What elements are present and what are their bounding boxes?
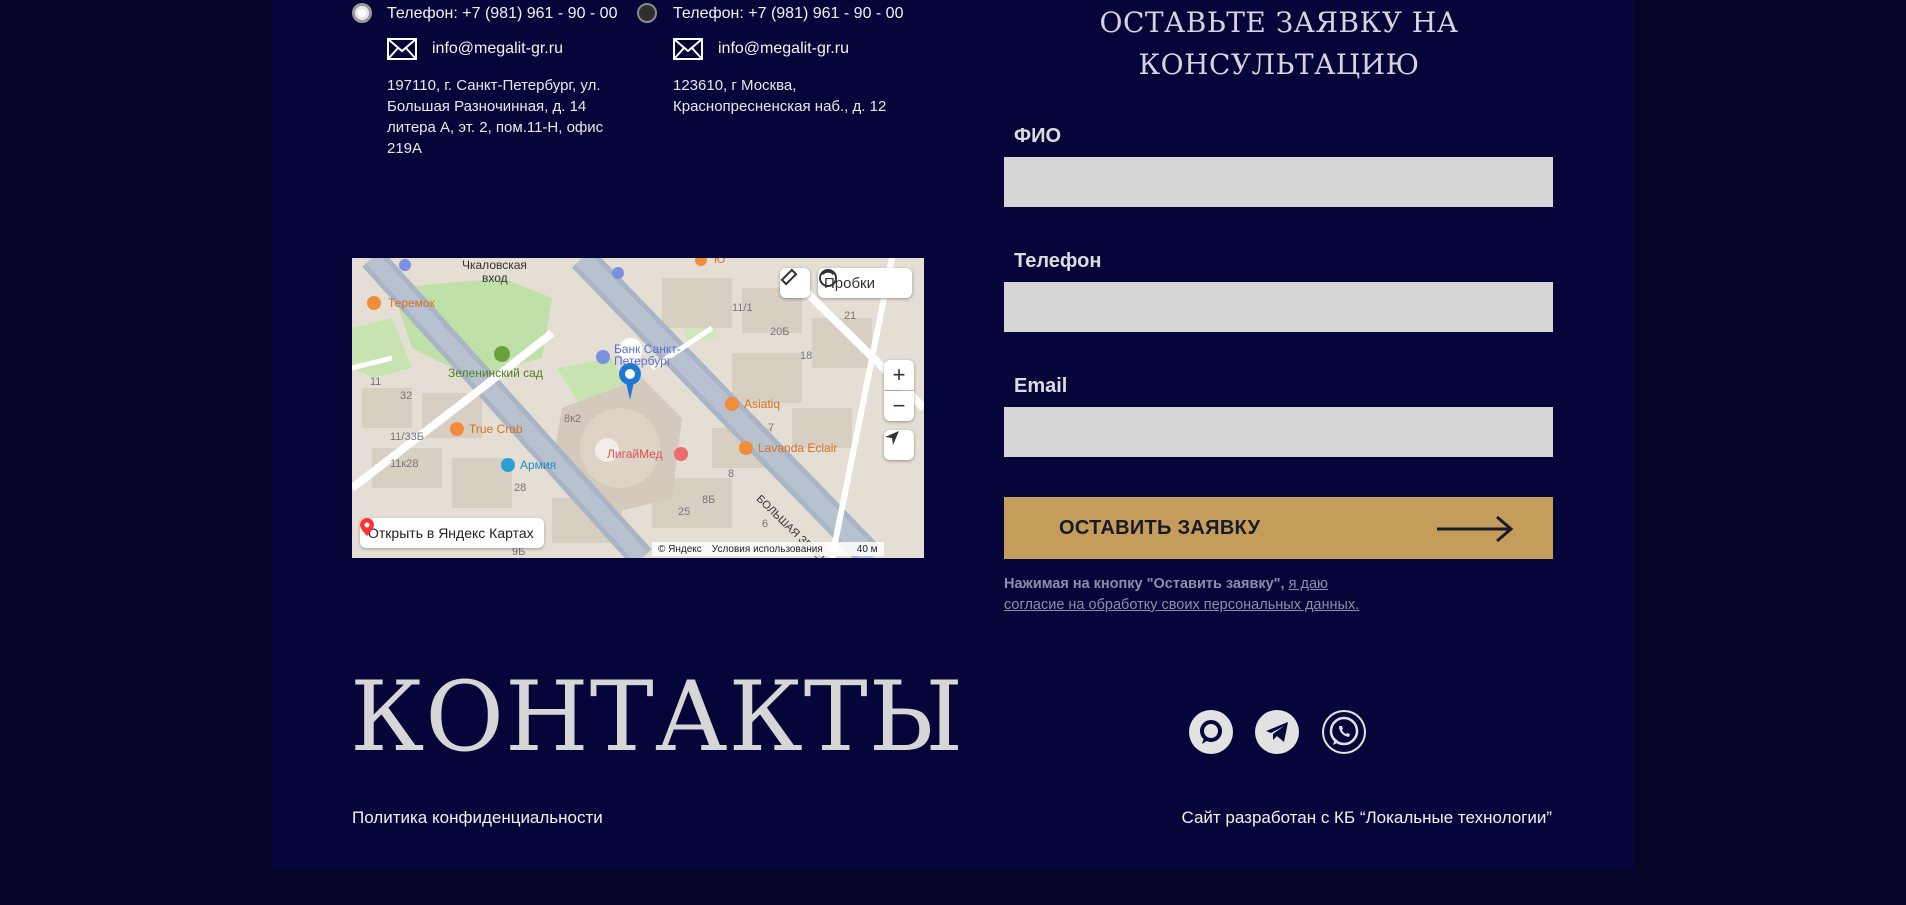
- radio-selected-icon[interactable]: [352, 3, 372, 23]
- envelope-icon: [673, 38, 703, 60]
- map-label: 8Б: [702, 494, 716, 506]
- traffic-icon: [819, 269, 837, 287]
- location-arrow-icon: [885, 431, 899, 445]
- map-label: 25: [678, 506, 691, 518]
- traffic-button[interactable]: Пробки: [818, 268, 912, 298]
- map-label: 6: [762, 518, 769, 530]
- whatsapp-button[interactable]: [1322, 710, 1366, 754]
- map-pin-icon: [360, 518, 374, 536]
- map-label: Зеленинский сад: [448, 366, 543, 380]
- map-label: Lavanda Eclair: [758, 441, 838, 455]
- map-tiles: [352, 258, 924, 558]
- terms-link[interactable]: Условия использования: [712, 544, 823, 555]
- map-label: Теремок: [388, 296, 435, 310]
- map-label: 8: [728, 468, 735, 480]
- open-map-label: Открыть в Яндекс Картах: [368, 525, 534, 541]
- envelope-icon: [387, 38, 417, 60]
- submit-button[interactable]: ОСТАВИТЬ ЗАЯВКУ: [1004, 497, 1553, 559]
- map-label: 11: [370, 376, 382, 388]
- zoom-out-button[interactable]: −: [884, 391, 914, 421]
- map-label: 11к28: [390, 458, 419, 470]
- map-label: 11/1: [732, 302, 753, 314]
- address-line: литера А, эт. 2, пом.11-Н, офис: [387, 119, 604, 136]
- map-label: 21: [844, 310, 857, 322]
- telegram-button[interactable]: [1255, 710, 1299, 754]
- address-line: 123610, г Москва,: [673, 77, 797, 94]
- form-title-line: ОСТАВЬТЕ ЗАЯВКУ НА: [1099, 6, 1459, 39]
- map-label: 7: [768, 422, 775, 434]
- map-label: Ю: [714, 258, 726, 266]
- map-label: 8к2: [564, 413, 582, 425]
- phone-input[interactable]: [1004, 282, 1553, 332]
- ruler-button[interactable]: [780, 268, 810, 298]
- office-2-phone[interactable]: Телефон: +7 (981) 961 - 90 - 00: [673, 5, 903, 23]
- address-line: 197110, г. Санкт-Петербург, ул.: [387, 77, 601, 94]
- email-label: Email: [1014, 375, 1068, 397]
- email-input[interactable]: [1004, 407, 1553, 457]
- arrow-right-icon: [1437, 515, 1514, 543]
- map-label: 20Б: [770, 326, 790, 338]
- address-line: Большая Разночинная, д. 14: [387, 98, 587, 115]
- max-messenger-button[interactable]: [1189, 710, 1233, 754]
- fio-input[interactable]: [1004, 157, 1553, 207]
- office-1-email[interactable]: info@megalit-gr.ru: [432, 40, 563, 58]
- yandex-map[interactable]: Чкаловская вход Теремок Зеленинский сад …: [352, 258, 924, 558]
- office-2-email[interactable]: info@megalit-gr.ru: [718, 40, 849, 58]
- map-label: True Crab: [469, 422, 523, 436]
- zoom-in-button[interactable]: +: [884, 360, 914, 390]
- address-line: 219А: [387, 140, 423, 157]
- map-label: Чкаловская: [462, 258, 527, 272]
- map-label: 32: [400, 390, 413, 402]
- map-copyright: © Яндекс Условия использования 40 м: [652, 542, 884, 556]
- page-title: КОНТАКТЫ: [350, 661, 965, 773]
- map-label: 18: [800, 350, 813, 362]
- map-scale: 40 м: [856, 543, 878, 555]
- consent-prefix: Нажимая на кнопку "Оставить заявку",: [1004, 576, 1289, 592]
- consent-text: Нажимая на кнопку "Оставить заявку", я д…: [1004, 574, 1364, 616]
- fio-label: ФИО: [1014, 125, 1062, 147]
- office-1-phone[interactable]: Телефон: +7 (981) 961 - 90 - 00: [387, 5, 617, 23]
- map-label: вход: [482, 271, 508, 285]
- max-messenger-icon: [1200, 720, 1222, 744]
- map-label: ЛигайМед: [607, 447, 663, 461]
- open-in-yandex-maps-button[interactable]: Открыть в Яндекс Картах: [360, 518, 544, 548]
- address-line: Краснопресненская наб., д. 12: [673, 98, 887, 115]
- form-title: ОСТАВЬТЕ ЗАЯВКУ НА КОНСУЛЬТАЦИЮ: [1004, 2, 1554, 86]
- ruler-icon: [780, 268, 798, 286]
- map-label: 28: [514, 482, 527, 494]
- privacy-policy-link[interactable]: Политика конфиденциальности: [352, 808, 603, 828]
- telegram-icon: [1266, 722, 1288, 742]
- geolocation-button[interactable]: [884, 430, 914, 460]
- submit-label: ОСТАВИТЬ ЗАЯВКУ: [1059, 516, 1261, 539]
- minus-icon: −: [892, 393, 906, 418]
- form-title-line: КОНСУЛЬТАЦИЮ: [1138, 48, 1420, 81]
- map-label: Армия: [520, 458, 557, 472]
- developer-credit[interactable]: Сайт разработан с КБ “Локальные технолог…: [1182, 808, 1553, 828]
- map-label: 11/33Б: [390, 431, 424, 443]
- radio-icon[interactable]: [637, 3, 657, 23]
- whatsapp-icon: [1324, 712, 1364, 752]
- plus-icon: +: [892, 362, 906, 387]
- yandex-copyright[interactable]: © Яндекс: [658, 544, 702, 555]
- map-label: Петербург: [614, 354, 672, 368]
- map-label: Asiatiq: [744, 397, 781, 411]
- office-2-address: 123610, г Москва, Краснопресненская наб.…: [673, 75, 913, 117]
- phone-label: Телефон: [1014, 250, 1102, 272]
- office-1-address: 197110, г. Санкт-Петербург, ул. Большая …: [387, 75, 627, 159]
